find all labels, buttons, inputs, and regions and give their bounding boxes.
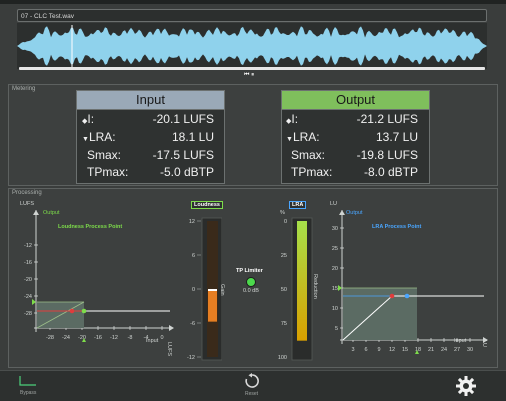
output-smax-label: Smax: [291,148,326,162]
lra-y-tick-label: 5 [335,326,338,332]
lra-unit: % [280,210,285,216]
gain-bar [208,289,217,322]
bypass-label[interactable]: Bypass [20,390,36,396]
lra-y-unit: LU [330,201,338,207]
lra-meter-label: LRA [289,201,307,209]
output-integrated-label: ◆I: [286,112,299,126]
gain-bar-top [208,289,217,291]
loudness-y-marker [32,299,36,305]
loudness-y-tick-label: -24 [24,294,32,300]
lra-x-tick-label: 9 [377,347,380,353]
processing-label: Processing [12,190,42,196]
loudness-y-tick-label: -16 [24,260,32,266]
output-smax-value: -19.8 LUFS [356,148,418,162]
gain-tick-label: -6 [190,321,195,327]
loudness-x-tick-label: -24 [62,335,70,341]
loudness-gain-meter: 12 6 0 -6 -12 [187,217,222,361]
output-integrated-value: -21.2 LUFS [356,112,418,126]
reset-icon[interactable] [244,373,260,389]
loudness-y-tick-label: -12 [24,243,32,249]
gain-tick-label: -12 [187,355,195,361]
input-smax-value: -17.5 LUFS [152,148,214,162]
loudness-x-tick-label: -12 [110,335,118,341]
loudness-input-label: Input [146,338,159,344]
loudness-x-tick-label: -16 [94,335,102,341]
reduction-tick-label: 75 [281,321,287,327]
lra-y-tick-label: 10 [332,306,338,312]
loudness-y-tick-label: -28 [24,311,32,317]
tp-limiter-label: TP Limiter [236,268,263,274]
playback-position-bar[interactable] [19,67,485,70]
loudness-x-arrow [169,325,174,331]
lra-output-label: Output [346,210,363,216]
bypass-icon[interactable] [18,374,38,388]
loudness-x-tick-label: -8 [128,335,133,341]
reduction-tick-label: 0 [284,219,287,225]
lra-y-marker [338,285,342,291]
input-tpmax-label: TPmax: [87,165,129,179]
gain-tick-label: 12 [189,219,195,225]
lra-x-tick-label: 24 [441,347,447,353]
reduction-tick-label: 50 [281,287,287,293]
reset-label[interactable]: Reset [245,391,258,397]
output-lra-label: ▼LRA: [286,130,320,144]
input-tpmax-value: -5.0 dBTP [159,165,214,179]
input-lra-label: ▼LRA: [82,130,116,144]
gain-tick-label: 6 [192,253,195,259]
input-integrated-value: -20.1 LUFS [152,112,214,126]
output-tpmax-label: TPmax: [291,165,333,179]
output-tpmax-value: -8.0 dBTP [363,165,418,179]
input-meter-title: Input [77,91,224,110]
loudness-target-point [81,308,87,314]
lra-x-tick-label: 15 [402,347,408,353]
output-lra-value: 13.7 LU [375,130,418,144]
gain-side-label: Gain [219,284,225,296]
loudness-x-tick-label: 0 [160,335,163,341]
loudness-meter-label: Loudness [191,201,223,209]
reduction-bar [297,221,307,341]
loudness-y-unit: LUFS [20,201,35,207]
lra-x-unit: LU [481,340,487,348]
input-integrated-label: ◆I: [82,112,95,126]
metering-label: Metering [12,86,36,92]
loudness-x-unit: LUFS [166,342,172,357]
lra-y-tick-label: 25 [332,246,338,252]
loudness-y-arrow [33,210,39,215]
lra-x-tick-label: 30 [467,347,473,353]
loudness-graph-title: Loudness Process Point [58,224,123,230]
tp-limiter-led[interactable] [246,277,256,287]
lra-x-tick-label: 21 [428,347,434,353]
output-meter-title: Output [282,91,429,110]
input-lra-value: 18.1 LU [171,130,214,144]
loudness-output-label: Output [43,210,60,216]
gear-icon[interactable] [455,375,477,397]
reduction-tick-label: 100 [278,355,287,361]
lra-reduction-meter: 0 25 50 75 100 [278,217,313,361]
lra-x-tick-label: 27 [454,347,460,353]
lra-x-tick-label: 12 [389,347,395,353]
lra-input-label: Input [454,338,467,344]
lra-input-point [389,293,395,299]
input-smax-label: Smax: [87,148,122,162]
tp-limiter-value: 0.0 dB [243,288,259,294]
reduction-side-label: Reduction [312,274,318,299]
loudness-x-tick-label: -28 [46,335,54,341]
reduction-tick-label: 25 [281,253,287,259]
file-name-field[interactable]: 07 - CLC Test.wav [17,9,487,22]
waveform-display[interactable] [17,23,487,69]
loudness-input-point [69,308,75,314]
gain-tick-label: 0 [192,287,195,293]
lra-x-tick-label: 6 [364,347,367,353]
lra-target-point [404,293,410,299]
loudness-y-tick-label: -20 [24,277,32,283]
lra-y-tick-label: 15 [332,286,338,292]
lra-x-tick-label: 3 [351,347,354,353]
lra-y-tick-label: 20 [332,266,338,272]
top-strip [0,0,506,4]
transport-controls[interactable]: ⏮ ⏸ [244,72,254,79]
lra-y-tick-label: 30 [332,226,338,232]
lra-y-arrow [339,210,345,215]
lra-graph-title: LRA Process Point [372,224,422,230]
